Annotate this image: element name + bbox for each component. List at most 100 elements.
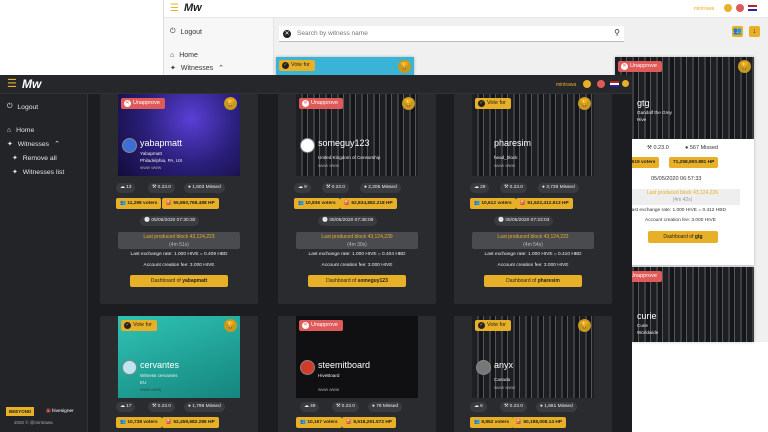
- date-chip: 🕓 05/05/2020 07:23:03: [494, 216, 554, 226]
- card-image: ✕ Unapprove 🏆 yabapmatt Yabapmatt Philade…: [118, 94, 240, 176]
- witness-card: ✓ Vote for 🏆 cervantes Witness cervantes …: [100, 316, 258, 432]
- logo[interactable]: Mw: [22, 77, 41, 91]
- bg-gtg-missed: ● 567 Missed: [685, 145, 718, 151]
- card-image: ✓ Vote for 🏆 pharesim head_block www www: [472, 94, 594, 176]
- witness-name[interactable]: steemitboard: [318, 360, 370, 370]
- theme-toggle-icon[interactable]: [622, 80, 629, 87]
- voters-button[interactable]: 👥 10,167 voters: [296, 417, 342, 428]
- dashboard-button[interactable]: Dashboard of pharesim: [484, 275, 582, 287]
- account-fee: Account creation fee: 3.000 HIVE: [497, 263, 569, 268]
- witness-www[interactable]: www www: [494, 163, 515, 168]
- bg-logo[interactable]: Mw: [184, 2, 202, 14]
- witness-www[interactable]: www www: [494, 385, 515, 390]
- witness-name[interactable]: someguy123: [318, 138, 370, 148]
- witness-card: ✓ Vote for 🏆 anyx Canada www www ☁ 6 ⚒ 0.…: [454, 316, 612, 432]
- hp-chip: ⛽ 62,834,882.218 HP: [340, 198, 397, 209]
- sidebar-logout[interactable]: ⏻ Logout: [7, 103, 38, 111]
- footer-logos: BEEYOND ▣ hivesigner: [6, 407, 86, 417]
- bg-gtg-location: Hive: [637, 117, 647, 122]
- hp-chip: ⛽ 60,188,008.14 HP: [512, 417, 566, 428]
- unapprove-button[interactable]: ✕ Unapprove: [299, 98, 343, 109]
- version-chip: ⚒ 0.23.0: [148, 402, 175, 412]
- vote-for-button[interactable]: ✓ Vote for: [475, 98, 511, 109]
- hivesigner-logo[interactable]: ▣ hivesigner: [46, 407, 74, 416]
- bg-vote-pill[interactable]: ✓ Vote for: [279, 60, 315, 71]
- witness-www[interactable]: www www: [318, 387, 339, 392]
- sidebar-home[interactable]: ⌂ Home: [7, 127, 34, 134]
- voters-button[interactable]: 👥 9,852 voters: [470, 417, 514, 428]
- witness-name[interactable]: yabapmatt: [140, 138, 182, 148]
- witness-name[interactable]: cervantes: [140, 360, 179, 370]
- hp-chip: ⛽ 8,618,291.572 HP: [342, 417, 396, 428]
- hive-icon[interactable]: [583, 80, 591, 88]
- card-image: ✓ Vote for 🏆 anyx Canada www www: [472, 316, 594, 398]
- witness-www[interactable]: www www: [140, 165, 161, 170]
- bg-hive-icon[interactable]: [724, 4, 732, 12]
- bg-sidebar-home[interactable]: ⌂ Home: [170, 52, 198, 59]
- comments-chip: ☁ 17: [116, 402, 136, 412]
- avatar: [122, 360, 137, 375]
- missed-chip: ● 78 Missed: [368, 402, 403, 412]
- witness-www[interactable]: www www: [140, 387, 161, 392]
- missed-chip: ● 1,796 Missed: [184, 402, 225, 412]
- bg-sidebar-logout[interactable]: ⏻ Logout: [170, 28, 202, 36]
- main-content: ✕ Unapprove 🏆 yabapmatt Yabapmatt Philade…: [88, 94, 632, 432]
- bg-gtg-exchange: Last exchange rate: 1.000 HIVE = 0.412 H…: [629, 208, 726, 213]
- dashboard-button[interactable]: Dashboard of someguy123: [308, 275, 406, 287]
- sidebar-witnesses[interactable]: ✦ Witnesses ⌃: [7, 140, 60, 149]
- flag-icon[interactable]: [610, 81, 619, 87]
- bg-power-icon[interactable]: [736, 4, 744, 12]
- power-icon[interactable]: [597, 80, 605, 88]
- sidebar-remove-all[interactable]: ✦ Remove all: [12, 154, 57, 163]
- copyright: 2020 © @mintrawa: [14, 420, 53, 425]
- voters-button[interactable]: 👥 10,612 voters: [470, 198, 516, 209]
- avatar: [300, 138, 315, 153]
- avatar: [300, 360, 315, 375]
- unapprove-button[interactable]: ✕ Unapprove: [121, 98, 165, 109]
- bg-trophy-icon: 🏆: [398, 60, 411, 73]
- exchange-rate: Last exchange rate: 1.000 HIVE = 0.409 H…: [130, 252, 228, 257]
- version-chip: ⚒ 0.23.0: [332, 402, 359, 412]
- unapprove-button[interactable]: ✕ Unapprove: [299, 320, 343, 331]
- home-icon: ⌂: [7, 127, 12, 134]
- vote-for-button[interactable]: ✓ Vote for: [475, 320, 511, 331]
- trophy-icon: 🏆: [224, 319, 237, 332]
- card-image: ✓ Vote for 🏆 cervantes Witness cervantes …: [118, 316, 240, 398]
- bg-gtg-hp: 71,258,900.881 HP: [669, 157, 719, 168]
- sidebar-witnesses-list[interactable]: ✦ Witnesses list: [12, 168, 64, 177]
- missed-chip: ● 1,603 Missed: [184, 183, 225, 193]
- bg-gtg-owner: Gandalf the Grey: [637, 110, 672, 115]
- trophy-icon: 🏆: [402, 97, 415, 110]
- witness-card: ✕ Unapprove 🏆 yabapmatt Yabapmatt Philade…: [100, 94, 258, 304]
- witness-name[interactable]: pharesim: [494, 138, 531, 148]
- bg-sidebar-witnesses[interactable]: ✦ Witnesses ⌃: [170, 64, 225, 73]
- bg-gtg-dashboard-button[interactable]: Dashboard of gtg: [648, 231, 718, 243]
- bg-gtg-unapprove-pill[interactable]: ✕ Unapprove: [618, 61, 662, 72]
- bg-gtg-date: 05/05/2020 06:57:33: [651, 176, 702, 182]
- menu-icon[interactable]: ☰: [7, 78, 17, 90]
- bg-view-users-button[interactable]: 👥: [732, 26, 743, 37]
- vote-for-button[interactable]: ✓ Vote for: [121, 320, 157, 331]
- bg-flag-icon[interactable]: [748, 5, 757, 11]
- witness-location: Philadelphia, PA, US: [140, 158, 183, 163]
- beeyond-logo[interactable]: BEEYOND: [6, 407, 35, 416]
- voters-button[interactable]: 👥 11,298 voters: [116, 198, 162, 209]
- dashboard-button[interactable]: Dashboard of yabapmatt: [130, 275, 228, 287]
- witness-name[interactable]: anyx: [494, 360, 513, 370]
- avatar: [476, 360, 491, 375]
- voters-button[interactable]: 👥 10,836 voters: [294, 198, 340, 209]
- witness-www[interactable]: www www: [318, 163, 339, 168]
- bg-clear-icon[interactable]: ✕: [283, 29, 291, 38]
- bg-search-icon[interactable]: ⚲: [614, 28, 620, 37]
- voters-button[interactable]: 👥 10,738 voters: [116, 417, 162, 428]
- topbar: ☰ Mw mintrawa: [0, 75, 632, 94]
- bg-menu-icon[interactable]: ☰: [170, 3, 179, 14]
- bg-curie-name: curie: [637, 311, 657, 321]
- bg-curie-owner: Curie: [637, 323, 648, 328]
- bg-search-input[interactable]: ✕ Search by witness name ⚲: [279, 26, 624, 42]
- bg-download-button[interactable]: ↓: [749, 26, 760, 37]
- logout-icon: ⏻: [7, 103, 13, 110]
- witness-card: ✕ Unapprove steemitboard HiveBoard www ww…: [278, 316, 436, 432]
- remove-all-icon: ✦: [12, 155, 18, 162]
- bg-chevron-up-icon: ⌃: [218, 65, 225, 72]
